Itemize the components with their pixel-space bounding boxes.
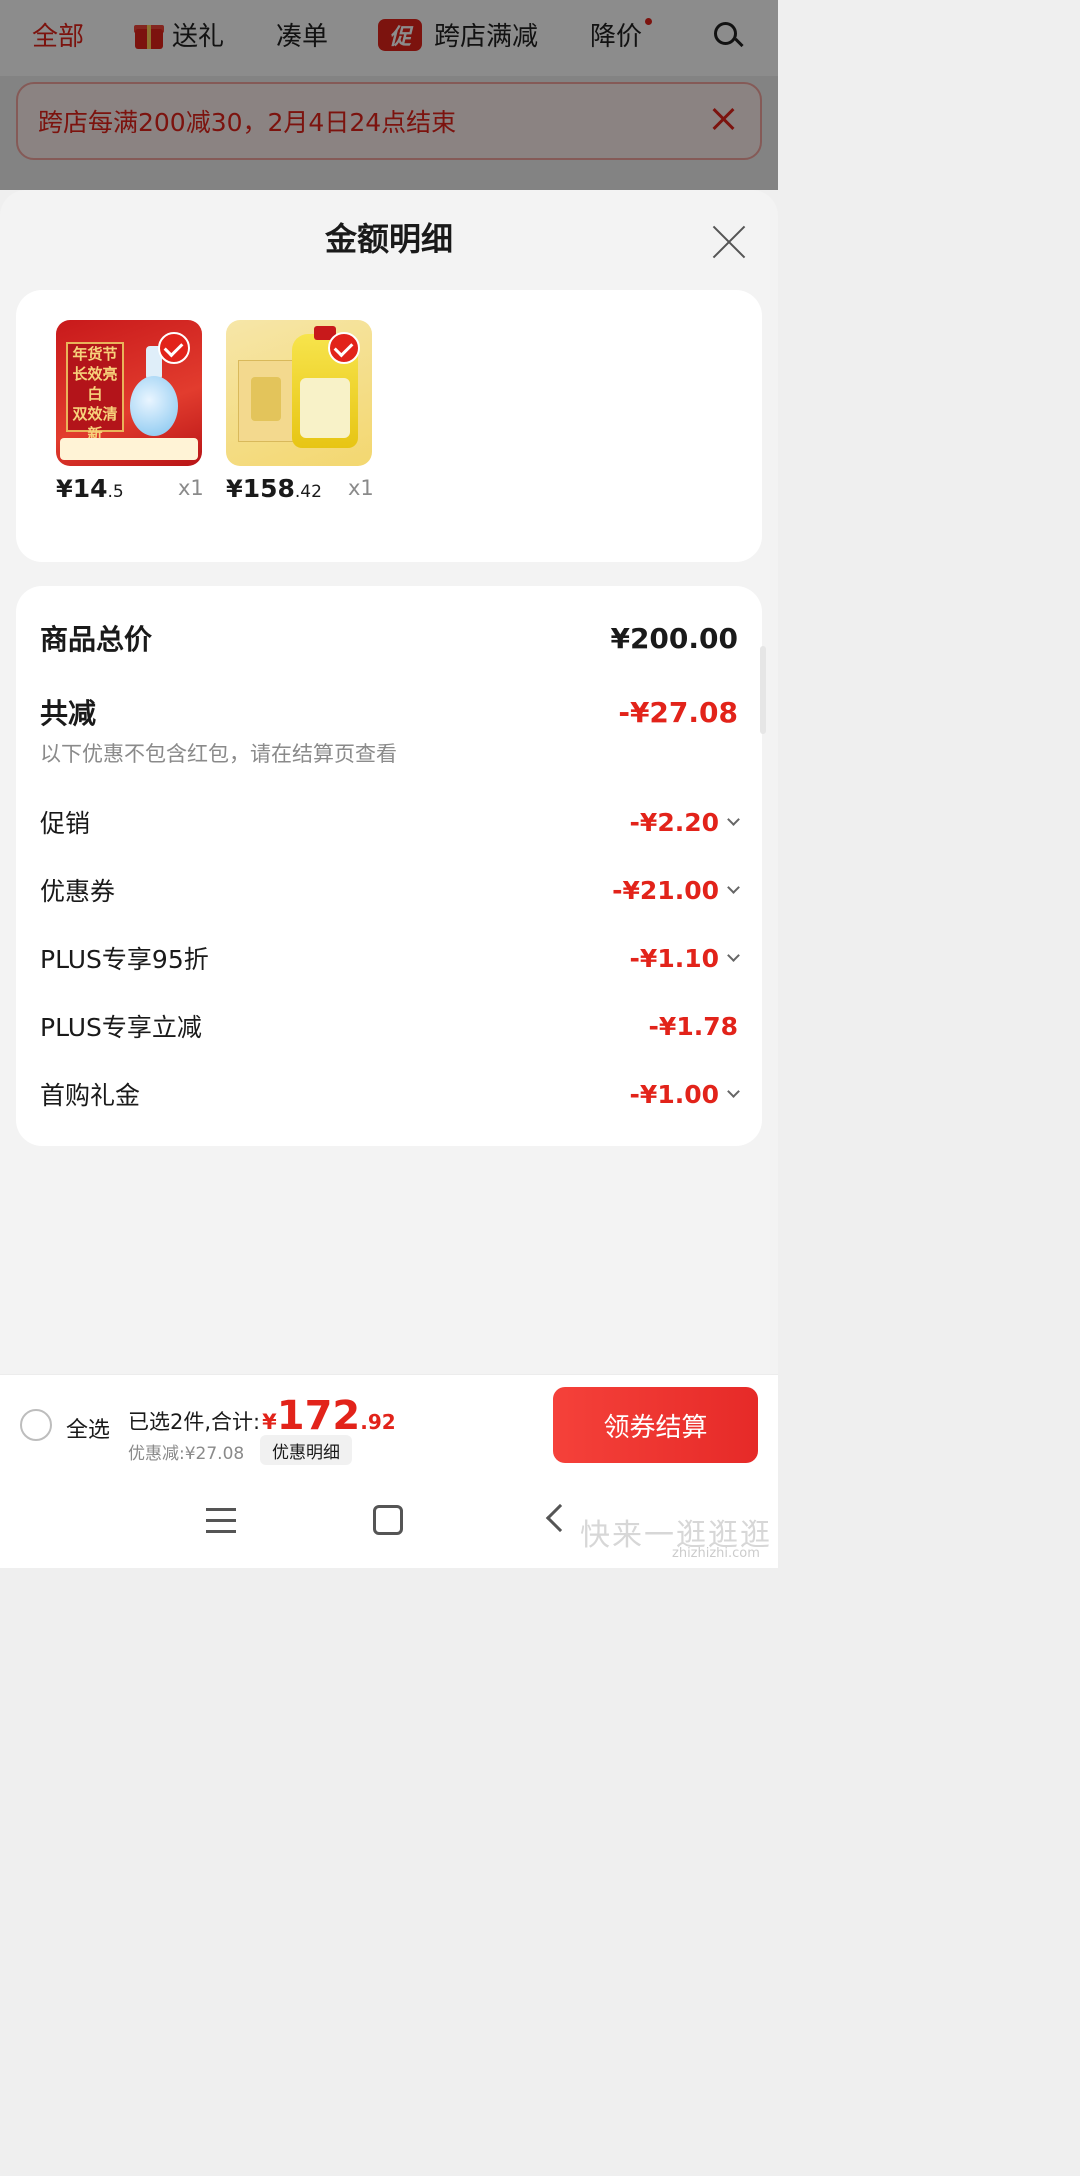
discount-row-plus-95[interactable]: PLUS专享95折 -¥1.10 — [40, 940, 740, 976]
select-all-label[interactable]: 全选 — [66, 1412, 110, 1444]
box-graphic — [238, 360, 296, 442]
price-currency: ¥ — [56, 475, 73, 503]
discount-value: -¥1.10 — [629, 943, 740, 973]
reduce-value: -¥27.08 — [618, 695, 738, 729]
scrollbar[interactable] — [760, 646, 766, 734]
poster-text: 年货节 — [72, 345, 118, 363]
price-decimal: .5 — [107, 482, 124, 502]
amount-detail-sheet: 金额明细 年货节 长效亮白 双效清新 ¥14.5 x1 ¥158.42 x1 商… — [0, 190, 778, 1568]
product-item[interactable]: 年货节 长效亮白 双效清新 — [56, 320, 202, 466]
discount-value: -¥21.00 — [612, 875, 740, 905]
product-quantity: x1 — [178, 476, 204, 500]
product-quantity: x1 — [348, 476, 374, 500]
total-integer: 172 — [276, 1393, 361, 1439]
discount-label: 优惠券 — [40, 877, 116, 906]
product-price: ¥14.5 — [56, 474, 124, 503]
discount-label: PLUS专享95折 — [40, 945, 209, 974]
total-currency: ¥ — [262, 1410, 277, 1434]
checkout-bar: 全选 已选2件,合计: ¥ 172 .92 优惠减:¥27.08 优惠明细 领券… — [0, 1374, 778, 1474]
discount-row-promotion[interactable]: 促销 -¥2.20 — [40, 804, 740, 840]
total-row: 商品总价 ¥200.00 — [40, 618, 738, 658]
order-summary: 已选2件,合计: ¥ 172 .92 — [128, 1393, 396, 1439]
home-icon[interactable] — [373, 1505, 403, 1535]
price-integer: 158 — [242, 474, 295, 503]
selected-count-text: 已选2件,合计: — [128, 1410, 261, 1434]
checkmark-icon — [328, 332, 360, 364]
product-price: ¥158.42 — [226, 474, 322, 503]
discount-amount: -¥1.78 — [648, 1011, 738, 1041]
price-currency: ¥ — [226, 475, 243, 503]
menu-icon[interactable] — [206, 1508, 236, 1534]
product-image — [226, 320, 372, 466]
total-label: 商品总价 — [40, 623, 153, 656]
sheet-close-icon[interactable] — [710, 222, 748, 260]
discount-label: 首购礼金 — [40, 1081, 141, 1110]
total-decimal: .92 — [360, 1410, 396, 1434]
price-decimal: .42 — [294, 482, 322, 502]
reduce-row: 共减 -¥27.08 — [40, 692, 738, 732]
poster-graphic: 年货节 长效亮白 双效清新 — [66, 342, 124, 443]
discount-amount: -¥1.10 — [629, 943, 719, 973]
system-nav-bar: 快来一逛逛逛 zhizhizhi.com — [0, 1474, 778, 1568]
sheet-title: 金额明细 — [324, 220, 453, 258]
discount-row-plus-instant: PLUS专享立减 -¥1.78 — [40, 1008, 738, 1044]
chevron-down-icon — [727, 1084, 740, 1098]
chevron-down-icon — [727, 880, 740, 894]
discount-label: PLUS专享立减 — [40, 1013, 202, 1042]
checkmark-icon — [158, 332, 190, 364]
product-image: 年货节 长效亮白 双效清新 — [56, 320, 202, 466]
chevron-down-icon — [727, 812, 740, 826]
image-strip — [60, 438, 198, 460]
discount-amount: -¥1.00 — [629, 1079, 719, 1109]
back-icon[interactable] — [545, 1503, 575, 1533]
discount-note: 以下优惠不包含红包，请在结算页查看 — [40, 742, 397, 766]
price-detail-card: 商品总价 ¥200.00 共减 -¥27.08 以下优惠不包含红包，请在结算页查… — [16, 586, 762, 1146]
modal-overlay[interactable] — [0, 0, 778, 190]
discount-value: -¥2.20 — [629, 807, 740, 837]
discount-amount: -¥21.00 — [612, 875, 719, 905]
reduce-label: 共减 — [40, 697, 97, 730]
total-value: ¥200.00 — [610, 621, 738, 655]
product-item[interactable] — [226, 320, 372, 466]
select-all-radio[interactable] — [20, 1409, 52, 1441]
discount-summary: 优惠减:¥27.08 — [128, 1444, 245, 1464]
discount-label: 促销 — [40, 809, 91, 838]
watermark-subtext: zhizhizhi.com — [672, 1546, 760, 1561]
discount-row-coupon[interactable]: 优惠券 -¥21.00 — [40, 872, 740, 908]
discount-row-first-purchase[interactable]: 首购礼金 -¥1.00 — [40, 1076, 740, 1112]
jug-label-graphic — [300, 378, 350, 438]
chevron-down-icon — [727, 948, 740, 962]
discount-amount: -¥2.20 — [629, 807, 719, 837]
discount-detail-button[interactable]: 优惠明细 — [260, 1435, 352, 1465]
checkout-button[interactable]: 领券结算 — [553, 1387, 758, 1463]
discount-value: -¥1.78 — [649, 1012, 738, 1041]
poster-text: 长效亮白 — [72, 365, 118, 403]
price-integer: 14 — [72, 474, 108, 503]
product-card: 年货节 长效亮白 双效清新 ¥14.5 x1 ¥158.42 x1 — [16, 290, 762, 562]
discount-value: -¥1.00 — [629, 1079, 740, 1109]
